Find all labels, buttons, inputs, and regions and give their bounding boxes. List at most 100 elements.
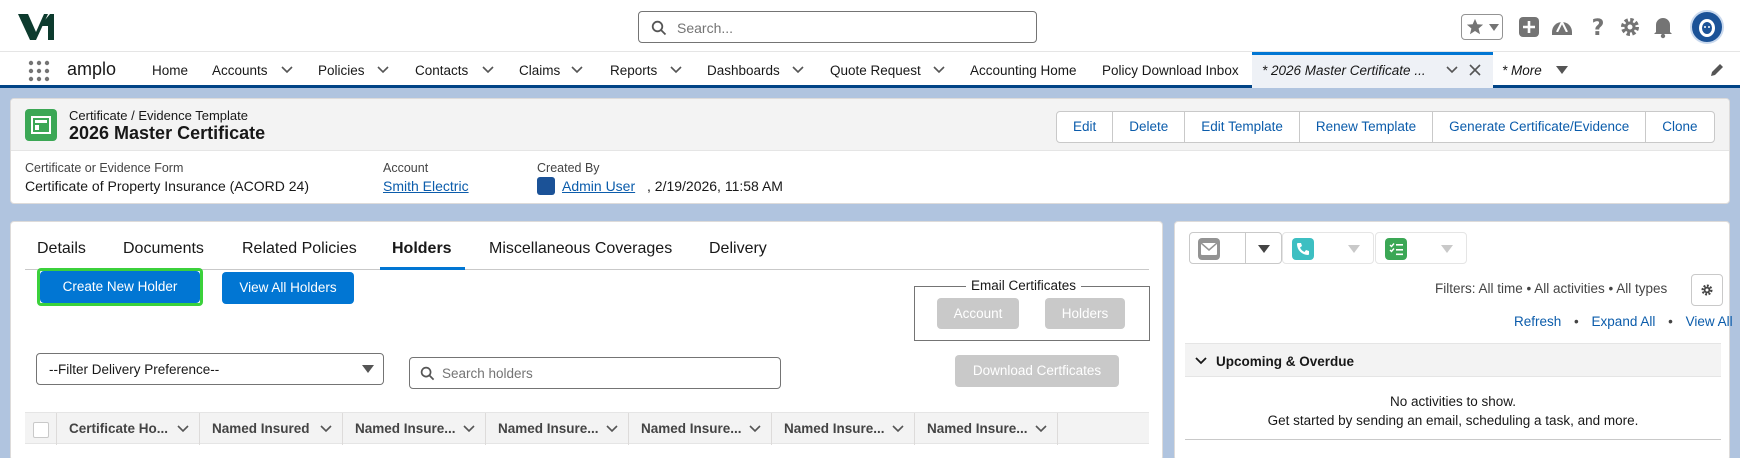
template-icon <box>31 116 51 134</box>
column-named-insured-5[interactable]: Named Insure... <box>772 413 915 445</box>
activity-links: Refresh • Expand All • View All <box>1514 314 1733 329</box>
generate-certificate-button[interactable]: Generate Certificate/Evidence <box>1433 112 1647 142</box>
select-value: --Filter Delivery Preference-- <box>49 362 220 377</box>
global-search-input[interactable]: Search... <box>638 11 1037 43</box>
edit-template-button[interactable]: Edit Template <box>1185 112 1300 142</box>
tab-details[interactable]: Details <box>37 240 86 258</box>
certificate-record-icon <box>25 109 57 141</box>
nav-item-policy-download-inbox[interactable]: Policy Download Inbox <box>1102 63 1239 78</box>
tab-holders[interactable]: Holders <box>392 240 452 258</box>
user-avatar[interactable] <box>1690 10 1724 44</box>
activity-filters-text: Filters: All time • All activities • All… <box>1435 281 1668 296</box>
chevron-down-icon[interactable] <box>571 66 583 74</box>
tab-delivery[interactable]: Delivery <box>709 240 767 258</box>
edit-nav-pencil-icon[interactable] <box>1709 62 1725 78</box>
nav-item-home[interactable]: Home <box>152 63 188 78</box>
upcoming-overdue-title: Upcoming & Overdue <box>1216 354 1355 369</box>
nav-item-claims[interactable]: Claims <box>519 63 560 78</box>
renew-template-button[interactable]: Renew Template <box>1300 112 1434 142</box>
log-call-button[interactable] <box>1282 232 1374 264</box>
add-icon[interactable] <box>1516 14 1542 40</box>
svg-text:?: ? <box>1592 16 1605 40</box>
separator-dot: • <box>1668 314 1673 329</box>
chevron-down-icon[interactable] <box>606 425 618 433</box>
help-icon[interactable]: ? <box>1585 14 1611 40</box>
notifications-bell-icon[interactable] <box>1650 14 1676 40</box>
chevron-down-icon[interactable] <box>670 66 682 74</box>
clone-button[interactable]: Clone <box>1646 112 1713 142</box>
chevron-down-icon[interactable] <box>377 66 389 74</box>
nav-item-dashboards[interactable]: Dashboards <box>707 63 780 78</box>
view-all-link[interactable]: View All <box>1686 314 1733 329</box>
search-icon <box>420 366 435 381</box>
divider <box>1185 439 1721 440</box>
account-link[interactable]: Smith Electric <box>383 178 469 194</box>
select-all-column <box>25 413 57 445</box>
close-icon[interactable] <box>1469 64 1481 76</box>
new-task-button[interactable] <box>1375 232 1467 264</box>
nav-more[interactable]: * More <box>1502 63 1542 78</box>
delete-button[interactable]: Delete <box>1113 112 1186 142</box>
gear-icon[interactable] <box>1617 14 1643 40</box>
chevron-down-icon[interactable] <box>892 425 904 433</box>
column-certificate-holder[interactable]: Certificate Ho... <box>57 413 200 445</box>
delivery-preference-select[interactable]: --Filter Delivery Preference-- <box>36 353 384 385</box>
nav-tab-active-record[interactable]: * 2026 Master Certificate ... <box>1252 52 1493 88</box>
nav-item-policies[interactable]: Policies <box>318 63 365 78</box>
chevron-down-icon[interactable] <box>933 66 945 74</box>
email-certificates-title: Email Certificates <box>966 278 1082 293</box>
active-tab-indicator <box>380 267 465 270</box>
chevron-down-icon[interactable] <box>1258 245 1270 253</box>
column-named-insured[interactable]: Named Insured <box>200 413 343 445</box>
chevron-down-icon[interactable] <box>749 425 761 433</box>
email-activity-button[interactable] <box>1189 232 1282 264</box>
chevron-down-icon[interactable] <box>463 425 475 433</box>
activity-panel: Filters: All time • All activities • All… <box>1174 221 1733 458</box>
create-new-holder-button[interactable]: Create New Holder <box>40 271 200 303</box>
record-header: Certificate / Evidence Template 2026 Mas… <box>10 98 1730 204</box>
chevron-down-icon[interactable] <box>482 66 494 74</box>
nav-item-contacts[interactable]: Contacts <box>415 63 468 78</box>
column-named-insured-6[interactable]: Named Insure... <box>915 413 1058 445</box>
favorites-button[interactable] <box>1461 14 1503 40</box>
upcoming-overdue-section[interactable]: Upcoming & Overdue <box>1185 343 1721 377</box>
holders-search-input[interactable]: Search holders <box>409 357 781 389</box>
chevron-down-icon[interactable] <box>320 425 332 433</box>
user-astro-icon <box>1699 19 1715 37</box>
chevron-down-icon[interactable] <box>1035 425 1047 433</box>
chevron-down-icon[interactable] <box>1348 245 1360 253</box>
view-all-holders-button[interactable]: View All Holders <box>222 272 354 304</box>
nav-item-accounts[interactable]: Accounts <box>212 63 268 78</box>
chevron-down-icon[interactable] <box>281 66 293 74</box>
app-launcher-icon[interactable] <box>28 60 50 82</box>
edit-button[interactable]: Edit <box>1057 112 1114 142</box>
tab-related-policies[interactable]: Related Policies <box>242 240 357 258</box>
column-named-insured-3[interactable]: Named Insure... <box>486 413 629 445</box>
refresh-link[interactable]: Refresh <box>1514 314 1561 329</box>
activity-settings-button[interactable] <box>1691 274 1723 306</box>
chevron-down-icon[interactable] <box>792 66 804 74</box>
created-by-label: Created By <box>537 161 600 175</box>
nav-item-quote-request[interactable]: Quote Request <box>830 63 921 78</box>
checklist-icon <box>1389 243 1403 256</box>
amplo-logo-icon[interactable] <box>16 12 56 42</box>
chevron-down-icon[interactable] <box>1446 66 1458 74</box>
created-by-user-link[interactable]: Admin User <box>562 178 635 194</box>
tab-documents[interactable]: Documents <box>123 240 204 258</box>
column-named-insured-4[interactable]: Named Insure... <box>629 413 772 445</box>
expand-all-link[interactable]: Expand All <box>1592 314 1656 329</box>
email-account-button[interactable]: Account <box>937 298 1019 329</box>
chevron-down-icon[interactable] <box>1441 245 1453 253</box>
tab-miscellaneous-coverages[interactable]: Miscellaneous Coverages <box>489 240 672 258</box>
download-certificates-button[interactable]: Download Certficates <box>955 355 1119 387</box>
chevron-down-icon[interactable] <box>177 425 189 433</box>
trailhead-icon[interactable] <box>1549 14 1575 40</box>
chevron-down-icon[interactable] <box>1556 66 1568 74</box>
nav-item-reports[interactable]: Reports <box>610 63 657 78</box>
active-tab-label: * 2026 Master Certificate ... <box>1262 63 1426 78</box>
select-all-checkbox[interactable] <box>33 422 49 438</box>
column-named-insured-2[interactable]: Named Insure... <box>343 413 486 445</box>
nav-item-accounting-home[interactable]: Accounting Home <box>970 63 1077 78</box>
email-holders-button[interactable]: Holders <box>1045 298 1125 329</box>
chevron-down-icon <box>1489 24 1499 31</box>
